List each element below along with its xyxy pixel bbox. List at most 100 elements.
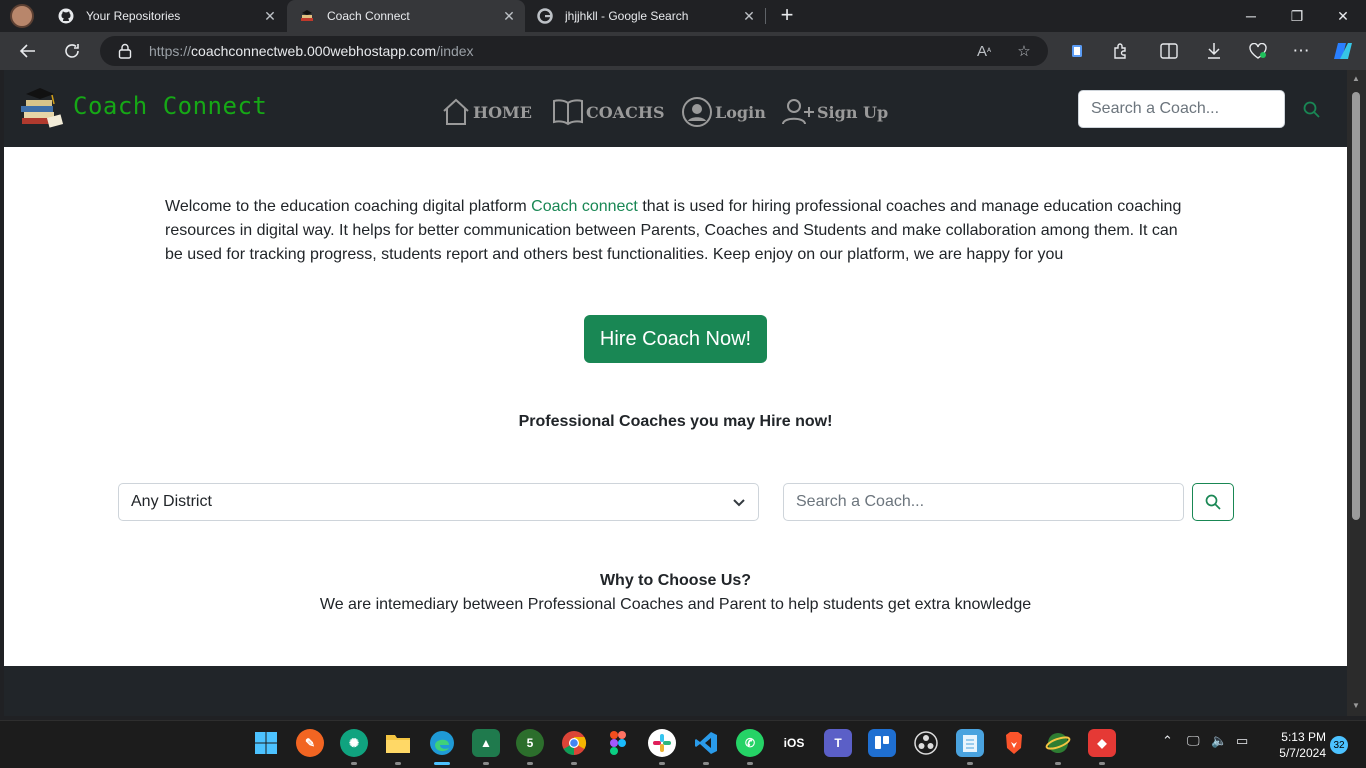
tab-title: jhjjhkll - Google Search: [565, 9, 689, 23]
url-scheme: https://: [149, 43, 192, 59]
nav-coachs-link[interactable]: COACHS: [552, 96, 665, 128]
close-tab-icon[interactable]: ✕: [739, 8, 759, 25]
scroll-down-icon[interactable]: ▼: [1352, 702, 1361, 710]
volume-icon[interactable]: 🔈: [1211, 733, 1227, 749]
figma-icon[interactable]: [604, 729, 632, 757]
refresh-icon[interactable]: [59, 38, 85, 64]
url-host: coachconnectweb.000webhostapp.com: [191, 43, 437, 59]
trello-icon[interactable]: [868, 729, 896, 757]
tab-separator: [765, 8, 766, 24]
close-tab-icon[interactable]: ✕: [499, 8, 519, 25]
collections-icon[interactable]: [1064, 38, 1090, 64]
profile-avatar[interactable]: [10, 4, 34, 28]
intro-brand-link[interactable]: Coach connect: [531, 198, 638, 215]
hire-coach-button[interactable]: Hire Coach Now!: [584, 315, 767, 363]
close-window-button[interactable]: ✕: [1320, 0, 1366, 32]
new-tab-button[interactable]: +: [776, 4, 798, 26]
back-arrow-icon[interactable]: [15, 38, 41, 64]
chrome-icon[interactable]: [560, 729, 588, 757]
chevron-up-icon[interactable]: ⌃: [1162, 733, 1173, 749]
active-app-indicator: [434, 762, 450, 765]
intro-paragraph: Welcome to the education coaching digita…: [165, 195, 1195, 267]
tab-google-search[interactable]: jhjjhkll - Google Search ✕: [525, 0, 765, 32]
search-icon[interactable]: [1302, 100, 1322, 120]
tab-title: Your Repositories: [86, 9, 181, 23]
district-select[interactable]: Any District: [118, 483, 759, 521]
nav-login-link[interactable]: Login: [681, 96, 766, 128]
tab-title: Coach Connect: [327, 9, 410, 23]
scroll-up-icon[interactable]: ▲: [1352, 75, 1361, 83]
teams-icon[interactable]: T: [824, 729, 852, 757]
why-choose-text: We are intemediary between Professional …: [319, 596, 1032, 613]
metatrader-icon[interactable]: 5: [516, 729, 544, 757]
network-icon[interactable]: 🖵: [1187, 733, 1200, 749]
page-scrollbar[interactable]: ▲ ▼: [1347, 70, 1366, 716]
running-indicator: [659, 762, 665, 765]
browser-essentials-icon[interactable]: [1245, 38, 1271, 64]
google-icon: [537, 8, 553, 24]
vscode-icon[interactable]: [692, 729, 720, 757]
system-clock[interactable]: 5:13 PM 5/7/2024: [1262, 729, 1326, 761]
running-indicator: [351, 762, 357, 765]
windows-taskbar: ✎ ✺ ▲ 5 ✆ iOS T ◆ ⌃ 🖵 🔈 ▭ 5:13 PM 5/7/20…: [0, 720, 1366, 768]
running-indicator: [703, 762, 709, 765]
brave-browser-icon[interactable]: [1000, 729, 1028, 757]
chatgpt-icon[interactable]: ✺: [340, 729, 368, 757]
lock-icon[interactable]: [118, 43, 132, 59]
scrollbar-thumb[interactable]: [1352, 92, 1360, 520]
coaches-heading: Professional Coaches you may Hire now!: [518, 413, 833, 430]
nav-home-link[interactable]: HOME: [441, 96, 532, 128]
tab-your-repositories[interactable]: Your Repositories ✕: [46, 0, 286, 32]
close-tab-icon[interactable]: ✕: [260, 8, 280, 25]
coach-connect-favicon: [299, 8, 315, 24]
more-options-icon[interactable]: ⋯: [1288, 38, 1314, 64]
site-navbar: Coach Connect HOME COACHS Login Sign Up …: [4, 70, 1347, 147]
user-circle-icon: [682, 97, 712, 127]
nav-search-input[interactable]: Search a Coach...: [1078, 90, 1285, 128]
restore-button[interactable]: ❐: [1274, 0, 1320, 32]
anydesk-icon[interactable]: ◆: [1088, 729, 1116, 757]
globe-app-icon[interactable]: [1044, 729, 1072, 757]
postman-icon[interactable]: ✎: [296, 729, 324, 757]
file-explorer-icon[interactable]: [384, 729, 412, 757]
address-bar[interactable]: https://coachconnectweb.000webhostapp.co…: [100, 36, 1048, 66]
running-indicator: [1099, 762, 1105, 765]
extensions-icon[interactable]: [1108, 38, 1134, 64]
whatsapp-icon[interactable]: ✆: [736, 729, 764, 757]
read-aloud-icon[interactable]: Aᴬ: [973, 40, 995, 62]
ios-simulator-icon[interactable]: iOS: [780, 729, 808, 757]
coach-search-input[interactable]: Search a Coach...: [783, 483, 1184, 521]
edge-browser-icon[interactable]: [428, 729, 456, 757]
nav-signup-label: Sign Up: [817, 102, 889, 122]
open-book-icon: [553, 99, 583, 126]
slack-icon[interactable]: [648, 729, 676, 757]
house-icon: [443, 98, 469, 125]
tab-strip: Your Repositories ✕ Coach Connect ✕ jhjj…: [0, 0, 1366, 32]
running-indicator: [571, 762, 577, 765]
brand-name[interactable]: Coach Connect: [73, 92, 267, 120]
windows-start-icon[interactable]: [252, 729, 280, 757]
why-choose-heading: Why to Choose Us?: [599, 572, 752, 589]
running-indicator: [967, 762, 973, 765]
page-viewport: Coach Connect HOME COACHS Login Sign Up …: [4, 70, 1347, 716]
android-studio-icon[interactable]: ▲: [472, 729, 500, 757]
site-footer: [4, 666, 1347, 716]
running-indicator: [483, 762, 489, 765]
notepad-icon[interactable]: [956, 729, 984, 757]
nav-signup-link[interactable]: Sign Up: [781, 96, 888, 128]
obs-studio-icon[interactable]: [912, 729, 940, 757]
coach-search-button[interactable]: [1192, 483, 1234, 521]
url-text[interactable]: https://coachconnectweb.000webhostapp.co…: [149, 43, 474, 59]
split-screen-icon[interactable]: [1156, 38, 1182, 64]
nav-coachs-label: COACHS: [586, 102, 665, 122]
battery-icon[interactable]: ▭: [1236, 733, 1248, 749]
clock-date: 5/7/2024: [1279, 746, 1326, 760]
tab-coach-connect[interactable]: Coach Connect ✕: [287, 0, 525, 32]
books-logo-icon[interactable]: [18, 86, 64, 128]
downloads-icon[interactable]: [1201, 38, 1227, 64]
favorite-star-icon[interactable]: ☆: [1013, 40, 1035, 62]
copilot-icon[interactable]: [1330, 38, 1356, 64]
github-icon: [58, 8, 74, 24]
minimize-button[interactable]: ─: [1228, 0, 1274, 32]
notification-badge[interactable]: 32: [1330, 736, 1348, 754]
